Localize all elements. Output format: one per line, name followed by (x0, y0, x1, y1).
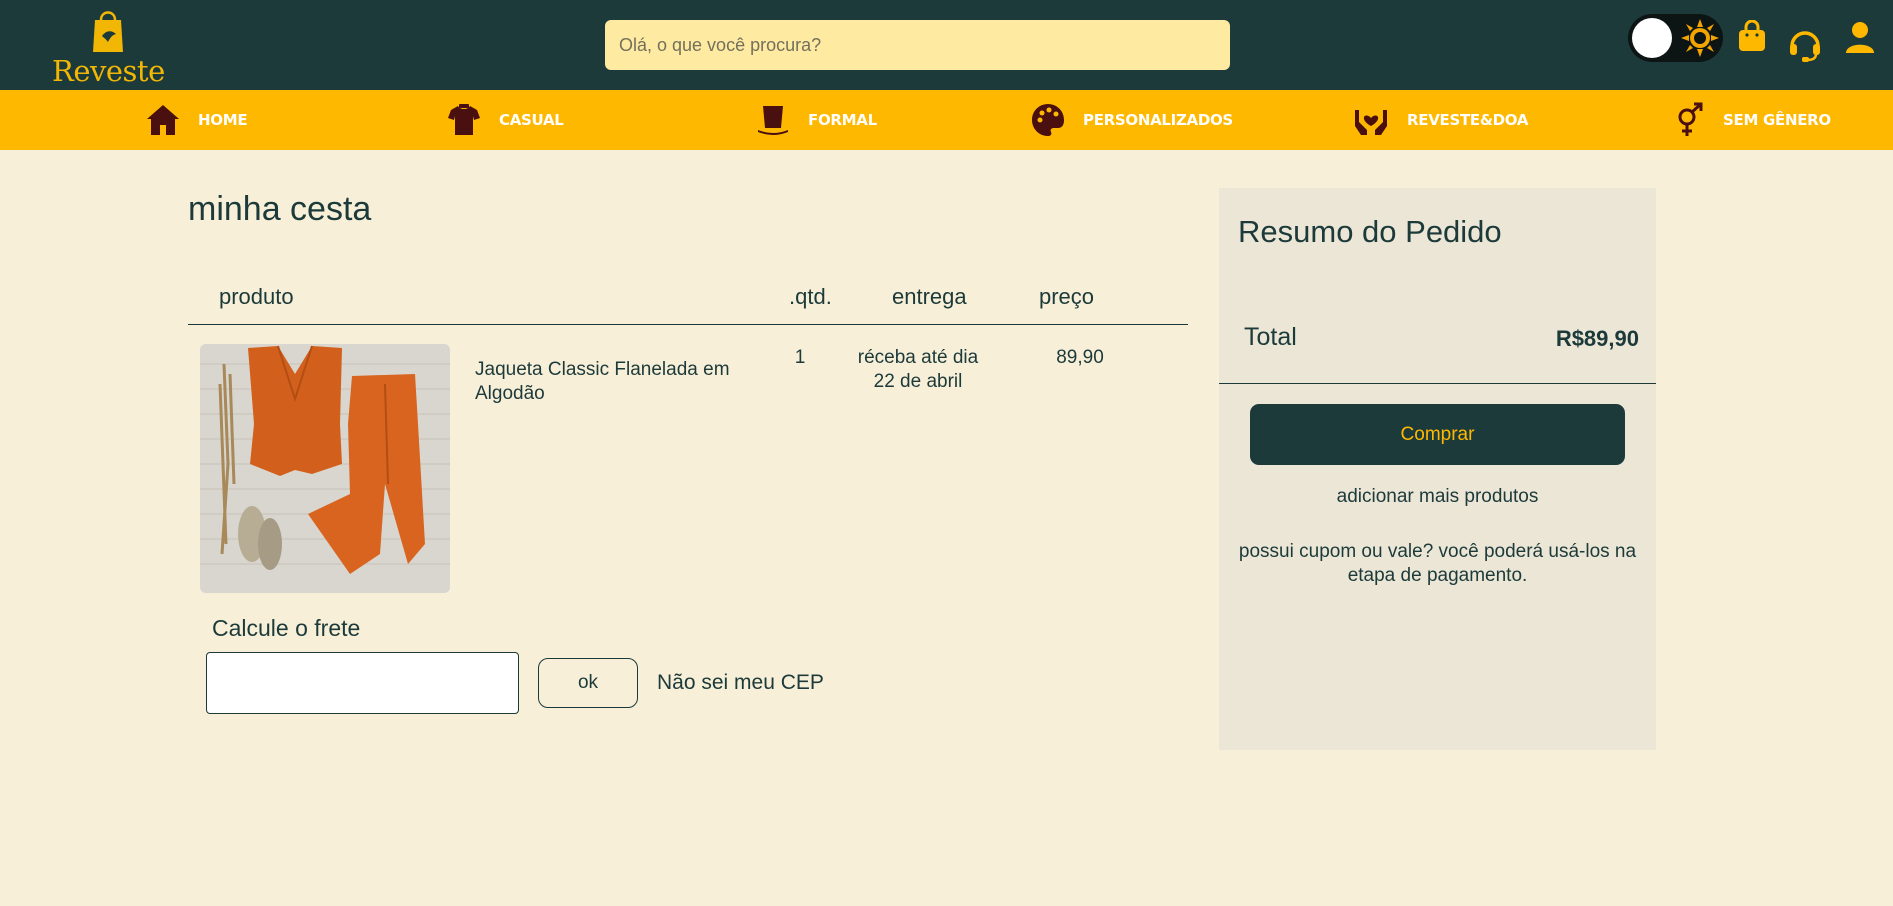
shopping-bag-logo-icon (93, 11, 123, 52)
total-value: R$89,90 (1555, 326, 1639, 351)
cep-input[interactable] (206, 652, 519, 714)
product-name[interactable]: Jaqueta Classic Flanelada em Algodão (475, 358, 735, 406)
nav-label: SEM GÊNERO (1723, 111, 1831, 129)
logo[interactable]: Reveste (52, 8, 165, 88)
headset-icon[interactable] (1787, 26, 1823, 62)
delivery-estimate: réceba até dia 22 de abril (857, 347, 979, 392)
cart-title: minha cesta (188, 190, 372, 228)
column-header-price: preço (1039, 284, 1095, 309)
tshirt-icon (448, 104, 480, 135)
home-icon (147, 105, 179, 135)
unknown-cep-link[interactable]: Não sei meu CEP (657, 671, 824, 695)
product-image[interactable] (200, 344, 450, 593)
category-nav: HOME CASUAL FORMAL PERSONALIZADOS REVEST… (0, 90, 1893, 150)
nav-item-casual[interactable]: CASUAL (447, 90, 564, 150)
shopping-bag-icon[interactable] (1737, 20, 1767, 52)
total-label: Total (1244, 323, 1297, 351)
column-header-delivery: entrega (892, 284, 967, 309)
gender-icon (1678, 102, 1703, 136)
theme-toggle[interactable] (1628, 14, 1723, 62)
column-header-qty: .qtd. (789, 284, 832, 309)
user-icon[interactable] (1845, 20, 1875, 54)
nav-item-formal[interactable]: FORMAL (756, 90, 877, 150)
nav-item-revestedoa[interactable]: REVESTE&DOA (1353, 90, 1528, 150)
coupon-note: possui cupom ou vale? você poderá usá-lo… (1238, 541, 1637, 586)
add-more-products-link[interactable]: adicionar mais produtos (1219, 486, 1656, 508)
sun-icon (1681, 19, 1719, 57)
column-header-product: produto (219, 284, 294, 309)
ok-button[interactable]: ok (538, 658, 638, 708)
hands-heart-icon (1355, 110, 1387, 135)
search-input[interactable] (605, 20, 1230, 70)
top-header: Reveste (0, 0, 1893, 90)
nav-item-sem-genero[interactable]: SEM GÊNERO (1675, 90, 1831, 150)
table-divider (188, 324, 1188, 325)
summary-divider (1219, 383, 1656, 384)
top-hat-icon (758, 106, 788, 135)
nav-label: PERSONALIZADOS (1083, 111, 1233, 129)
shipping-label: Calcule o frete (212, 615, 361, 641)
nav-label: CASUAL (499, 111, 564, 129)
palette-icon (1032, 104, 1064, 136)
product-price: 89,90 (1056, 347, 1104, 368)
buy-button[interactable]: Comprar (1250, 404, 1625, 465)
order-summary-panel: Resumo do Pedido Total R$89,90 Comprar a… (1219, 188, 1656, 750)
nav-label: FORMAL (808, 111, 877, 129)
nav-label: HOME (198, 111, 248, 129)
nav-item-home[interactable]: HOME (146, 90, 248, 150)
summary-title: Resumo do Pedido (1238, 214, 1502, 249)
logo-text: Reveste (52, 54, 165, 88)
toggle-knob (1632, 18, 1672, 58)
nav-item-personalizados[interactable]: PERSONALIZADOS (1031, 90, 1233, 150)
product-photo (200, 344, 450, 593)
nav-label: REVESTE&DOA (1407, 111, 1529, 129)
product-qty[interactable]: 1 (790, 346, 810, 370)
